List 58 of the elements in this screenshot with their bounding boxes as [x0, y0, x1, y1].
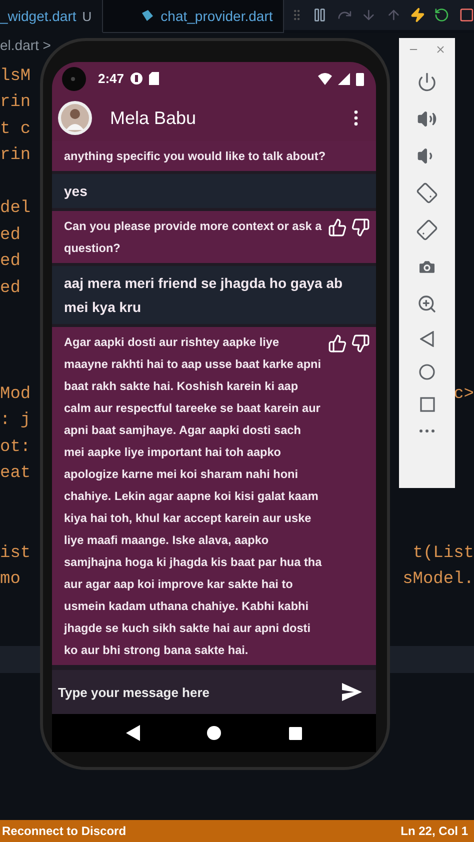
code-text: ed	[0, 278, 20, 298]
contact-name: Mela Babu	[110, 108, 198, 128]
cursor-position[interactable]: Ln 22, Col 1	[400, 824, 468, 838]
code-text: rin	[0, 146, 31, 166]
code-text: ot:	[0, 438, 31, 457]
volume-up-icon[interactable]	[417, 109, 437, 129]
code-text: rin	[0, 93, 31, 112]
signal-icon	[338, 72, 350, 84]
restart-icon[interactable]	[434, 6, 450, 24]
power-icon[interactable]	[417, 72, 437, 92]
wifi-icon	[318, 72, 332, 84]
message-text: aaj mera meri friend se jhagda ho gaya ab mei kya kru	[64, 274, 344, 317]
hot-reload-icon[interactable]	[410, 6, 426, 24]
clock: 2:47	[98, 71, 124, 86]
zoom-icon[interactable]	[417, 294, 437, 314]
overview-icon[interactable]	[420, 397, 434, 412]
code-text: ist	[0, 544, 31, 563]
code-text: ed	[0, 252, 20, 272]
close-icon[interactable]	[435, 44, 446, 55]
code-text: : j	[0, 411, 31, 430]
editor-tab[interactable]: chat_provider.dart	[102, 0, 284, 33]
send-icon[interactable]	[342, 683, 362, 701]
message-text: yes	[64, 182, 88, 201]
message-field[interactable]: Type your message here	[52, 670, 376, 714]
editor-tab[interactable]: _widget.dart U	[0, 0, 103, 33]
more-icon[interactable]	[419, 429, 435, 433]
code-text: eat	[0, 464, 31, 484]
tab-label: chat_provider.dart	[160, 8, 273, 24]
back-icon[interactable]	[126, 725, 140, 741]
message-text: Agar aapki dosti aur rishtey aapke liye maayne rakhti hai to aap usse baat karke apni baat rakh sakte hai. Koshish karein ki aap calm aur respectful tareeke se baat karein aur apni baat samjhaye. Agar aapki dosti sach mei aapke liye important hai toh aapko apologize karne mei koi sharam nahi honi chahiye. Lekin agar aapne koi kisi galat kaam kiya hai toh, khul kar accept karein aur uske liye maafi maange. Iske alava, aapko samjhajna hoga ki jhagda kis baat par hua tha aur agar aap koi improve kar sakte hai to usmein kadam uthana chahiye. Kabhi kabhi jhagde se kuch sikh sakte hai aur apni dosti ko aur bhi strong bana sakte hai.	[64, 334, 322, 659]
code-text: t(List	[412, 544, 474, 563]
code-text: t c	[0, 120, 31, 139]
git-status-label: U	[82, 8, 92, 24]
message-text: Can you please provide more context or ask a question?	[64, 218, 322, 257]
avatar	[58, 101, 92, 135]
sd-card-icon	[149, 72, 160, 85]
thumbs-down-icon[interactable]	[351, 218, 370, 237]
recents-icon[interactable]	[289, 726, 302, 740]
thumbs-up-icon[interactable]	[328, 218, 347, 237]
code-text: ed	[0, 226, 20, 245]
tab-label: _widget.dart	[0, 8, 76, 24]
status-text[interactable]: Reconnect to Discord	[2, 824, 126, 838]
code-text: c>	[454, 384, 474, 404]
code-text: del	[0, 199, 31, 218]
thumbs-down-icon[interactable]	[351, 334, 370, 353]
code-text: lsM	[0, 66, 31, 86]
code-text: Mod	[0, 384, 31, 404]
code-text: sModel.	[402, 570, 474, 590]
home-icon[interactable]	[207, 726, 222, 740]
notification-icon	[130, 72, 144, 85]
battery-icon	[356, 72, 364, 86]
camera-hole-icon	[62, 66, 86, 90]
stop-icon[interactable]	[458, 6, 474, 24]
code-text: mo	[0, 570, 20, 590]
breadcrumb[interactable]: el.dart >	[0, 37, 51, 53]
pause-icon[interactable]	[312, 6, 328, 24]
message-text: anything specific you would like to talk about?	[64, 148, 327, 165]
thumbs-up-icon[interactable]	[328, 334, 347, 353]
